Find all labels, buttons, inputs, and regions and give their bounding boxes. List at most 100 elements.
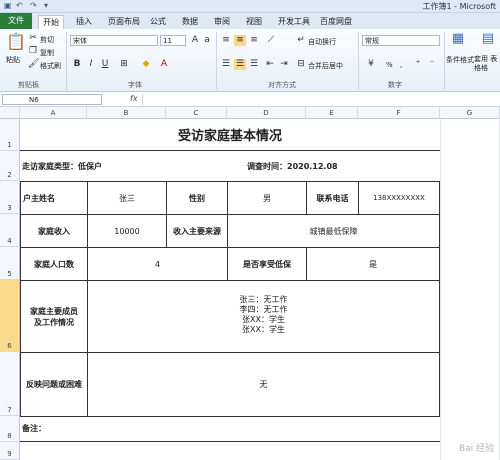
income-value[interactable]: 10000 bbox=[87, 214, 167, 248]
watermark: Bai 经验 bbox=[458, 444, 494, 454]
remarks-cell[interactable]: 备注： bbox=[20, 416, 440, 442]
paste-button[interactable]: 粘贴 bbox=[6, 55, 20, 65]
alignment-group-label: 对齐方式 bbox=[268, 81, 296, 89]
column-header[interactable]: F bbox=[358, 107, 440, 119]
head-name-label[interactable]: 户主姓名 bbox=[20, 181, 88, 215]
font-name-select[interactable]: 宋体 bbox=[70, 35, 158, 46]
column-header[interactable]: B bbox=[87, 107, 166, 119]
conditional-format-icon[interactable]: ▦ bbox=[450, 32, 466, 45]
phone-value[interactable]: 138XXXXXXXX bbox=[358, 181, 440, 215]
table-format-button[interactable]: 套用 表格格 bbox=[474, 55, 500, 73]
align-left-icon[interactable]: ☰ bbox=[220, 59, 232, 70]
align-middle-icon[interactable]: ≡ bbox=[234, 35, 246, 46]
number-format-select[interactable]: 常规 bbox=[362, 35, 440, 46]
underline-icon[interactable]: U bbox=[100, 59, 110, 70]
column-header[interactable]: G bbox=[440, 107, 500, 119]
align-right-icon[interactable]: ☰ bbox=[248, 59, 260, 70]
formula-input[interactable] bbox=[142, 94, 500, 105]
name-box[interactable]: N6 bbox=[2, 94, 102, 105]
visit-type-cell[interactable]: 走访家庭类型：低保户 bbox=[20, 151, 227, 181]
currency-icon[interactable]: ¥ bbox=[364, 59, 378, 70]
decrease-indent-icon[interactable]: ⇤ bbox=[264, 59, 276, 70]
gender-value[interactable]: 男 bbox=[227, 181, 307, 215]
phone-label[interactable]: 联系电话 bbox=[306, 181, 359, 215]
tab-data[interactable]: 数据 bbox=[178, 15, 202, 29]
percent-button[interactable]: % bbox=[386, 61, 393, 69]
income-source-label[interactable]: 收入主要来源 bbox=[166, 214, 228, 248]
column-header[interactable]: A bbox=[20, 107, 87, 119]
paste-icon[interactable]: 📋 bbox=[6, 33, 26, 51]
work-status-label[interactable]: 家庭主要成员 及工作情况 bbox=[20, 280, 88, 353]
column-header[interactable]: E bbox=[306, 107, 358, 119]
row-header[interactable]: 4 bbox=[0, 214, 20, 247]
tab-review[interactable]: 审阅 bbox=[210, 15, 234, 29]
borders-icon[interactable]: ⊞ bbox=[118, 59, 130, 70]
conditional-format-button[interactable]: 条件格式 bbox=[446, 55, 474, 65]
sheet-title[interactable]: 受访家庭基本情况 bbox=[20, 119, 440, 151]
align-top-icon[interactable]: ≡ bbox=[220, 35, 232, 46]
work-status-value[interactable]: 张三：无工作 李四：无工作 张XX：学生 张XX：学生 bbox=[87, 280, 440, 353]
undo-icon[interactable]: ↶ bbox=[16, 1, 23, 10]
subsidy-label[interactable]: 是否享受低保 bbox=[227, 247, 307, 281]
work-status-line: 张XX：学生 bbox=[242, 315, 285, 324]
table-format-icon[interactable]: ▤ bbox=[480, 32, 496, 45]
row-number: 1 bbox=[7, 141, 12, 149]
row-header[interactable]: 7 bbox=[0, 352, 20, 416]
font-color-icon[interactable]: A bbox=[158, 59, 170, 70]
row-header[interactable]: 2 bbox=[0, 151, 20, 181]
fx-icon[interactable]: fx bbox=[130, 94, 138, 103]
subsidy-value[interactable]: 是 bbox=[306, 247, 440, 281]
grow-font-icon[interactable]: A bbox=[190, 35, 200, 46]
fill-color-icon[interactable]: ◆ bbox=[140, 59, 152, 70]
tab-view[interactable]: 视图 bbox=[242, 15, 266, 29]
members-value[interactable]: 4 bbox=[87, 247, 228, 281]
increase-decimal-icon[interactable]: ⁺ bbox=[412, 59, 424, 70]
members-label[interactable]: 家庭人口数 bbox=[20, 247, 88, 281]
gender-label[interactable]: 性别 bbox=[166, 181, 228, 215]
tab-page-layout[interactable]: 页面布局 bbox=[104, 15, 144, 29]
tab-developer[interactable]: 开发工具 bbox=[274, 15, 314, 29]
decrease-decimal-icon[interactable]: ⁻ bbox=[426, 59, 438, 70]
head-name-value[interactable]: 张三 bbox=[87, 181, 167, 215]
redo-icon[interactable]: ↷ bbox=[30, 1, 37, 10]
row-header[interactable]: 9 bbox=[0, 442, 20, 460]
formula-bar: N6 fx bbox=[0, 92, 500, 107]
tab-formulas[interactable]: 公式 bbox=[146, 15, 170, 29]
column-header[interactable]: D bbox=[227, 107, 306, 119]
format-painter-button[interactable]: 格式刷 bbox=[40, 61, 61, 71]
row-number: 2 bbox=[7, 171, 12, 179]
align-center-icon[interactable]: ☰ bbox=[234, 59, 246, 70]
copy-icon: ❐ bbox=[28, 46, 38, 56]
column-header[interactable]: C bbox=[166, 107, 227, 119]
comma-button[interactable]: , bbox=[400, 61, 402, 69]
merge-center-button[interactable]: 合并后居中 bbox=[308, 61, 343, 71]
copy-button[interactable]: 复制 bbox=[40, 48, 54, 58]
row-header[interactable]: 5 bbox=[0, 247, 20, 280]
row-header-selected[interactable]: 6 bbox=[0, 280, 20, 352]
visit-time-cell[interactable]: 调查时间：2020.12.08 bbox=[227, 151, 440, 181]
italic-icon[interactable]: I bbox=[86, 59, 96, 70]
income-label[interactable]: 家庭收入 bbox=[20, 214, 88, 248]
issues-value[interactable]: 无 bbox=[87, 352, 440, 417]
row-header[interactable]: 3 bbox=[0, 181, 20, 214]
bold-icon[interactable]: B bbox=[72, 59, 82, 70]
row-header[interactable]: 8 bbox=[0, 416, 20, 442]
align-bottom-icon[interactable]: ≡ bbox=[248, 35, 260, 46]
shrink-font-icon[interactable]: a bbox=[202, 35, 212, 46]
clipboard-group-label: 剪贴板 bbox=[18, 81, 39, 89]
wrap-text-button[interactable]: 自动换行 bbox=[308, 37, 336, 47]
select-all-corner[interactable] bbox=[0, 107, 20, 119]
row-header[interactable]: 1 bbox=[0, 119, 20, 151]
tab-insert[interactable]: 插入 bbox=[72, 15, 96, 29]
font-size-select[interactable]: 11 bbox=[160, 35, 186, 46]
issues-label[interactable]: 反映问题或困难 bbox=[20, 352, 88, 417]
orientation-icon[interactable]: ⟋ bbox=[264, 35, 278, 46]
save-icon[interactable]: ▣ bbox=[4, 1, 12, 10]
tab-file[interactable]: 文件 bbox=[0, 13, 32, 29]
quick-access-dropdown-icon[interactable]: ▾ bbox=[44, 1, 48, 10]
increase-indent-icon[interactable]: ⇥ bbox=[278, 59, 290, 70]
tab-home[interactable]: 开始 bbox=[38, 15, 64, 30]
tab-baidu-netdisk[interactable]: 百度网盘 bbox=[316, 15, 356, 29]
income-source-value[interactable]: 城镇最低保障 bbox=[227, 214, 440, 248]
cut-button[interactable]: 剪切 bbox=[40, 35, 54, 45]
